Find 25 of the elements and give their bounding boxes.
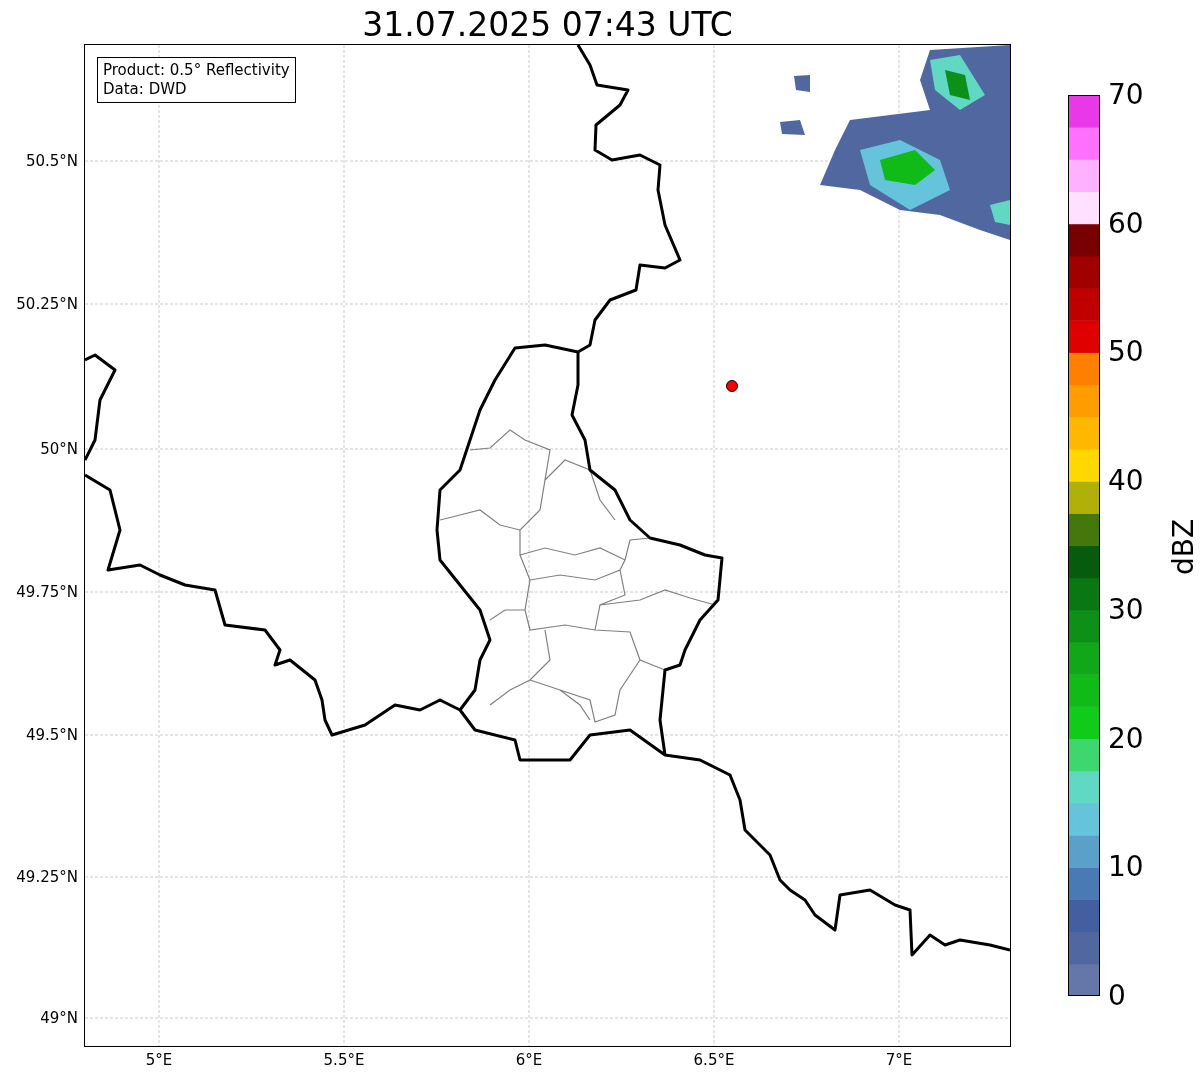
colorbar-tick-label: 40 [1108, 464, 1144, 499]
latitude-label: 50.5°N [25, 151, 78, 171]
colorbar-tick-label: 0 [1108, 979, 1126, 1013]
colorbar-tick-label: 50 [1108, 335, 1144, 370]
colorbar-tick-label: 60 [1108, 206, 1144, 241]
info-text: Data: DWD [103, 80, 188, 99]
colorbar-tick-label: 30 [1108, 592, 1144, 627]
latitude-label: 49°N [40, 1008, 78, 1028]
longitude-label: 5°E [144, 1050, 174, 1071]
colorbar-tick-label: 20 [1108, 721, 1144, 756]
latitude-label: 50.25°N [16, 294, 78, 314]
colorbar-tick-label: 10 [1108, 850, 1144, 885]
colorbar-tick-label: 70 [1108, 78, 1144, 112]
latitude-label: 49.25°N [16, 867, 78, 887]
location-marker [725, 379, 739, 393]
longitude-label: 7°E [884, 1050, 914, 1071]
latitude-label: 50°N [40, 439, 78, 459]
longitude-label: 5.5°E [322, 1050, 366, 1071]
latitude-label: 49.5°N [25, 725, 78, 745]
chart-title: 31.07.2025 07:43 UTC [361, 4, 734, 45]
longitude-label: 6°E [514, 1050, 544, 1071]
longitude-label: 6.5°E [692, 1050, 736, 1071]
colorbar-label: dBZ [1167, 518, 1202, 576]
latitude-label: 49.75°N [16, 582, 78, 602]
info-text: Product: 0.5° Reflectivity [103, 61, 290, 80]
